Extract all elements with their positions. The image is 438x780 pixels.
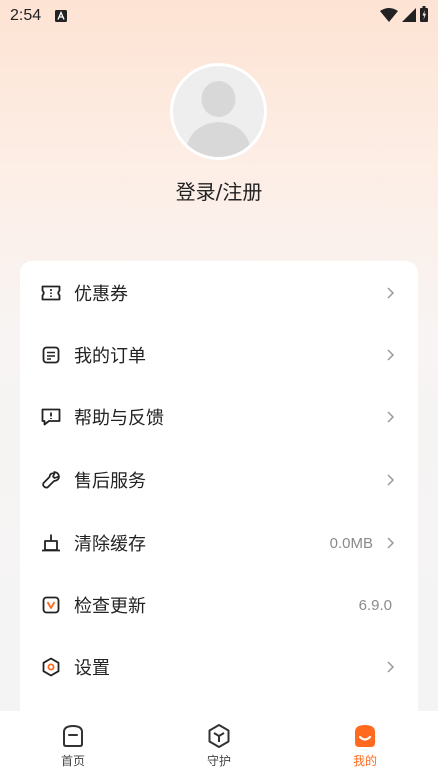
bottom-navigation: 首页 守护 我的 (0, 711, 438, 780)
update-icon (40, 594, 62, 616)
menu-item-label: 清除缓存 (74, 534, 146, 555)
chevron-right-icon (387, 287, 395, 299)
menu-card: 优惠券 我的订单 帮助与反馈 售后服务 清除缓存 0.0MB 检查更新 6.9.… (20, 261, 418, 731)
chevron-right-icon (387, 349, 395, 361)
battery-icon (420, 6, 428, 26)
settings-icon (40, 656, 62, 678)
menu-item-clear-cache[interactable]: 清除缓存 0.0MB (20, 512, 418, 574)
menu-item-orders[interactable]: 我的订单 (20, 324, 418, 386)
home-icon (63, 725, 83, 747)
tab-label: 守护 (206, 754, 231, 768)
menu-item-label: 售后服务 (74, 471, 146, 492)
menu-item-label: 设置 (74, 658, 110, 679)
chevron-right-icon (387, 537, 395, 549)
profile-icon (355, 725, 375, 747)
tab-guard[interactable]: 守护 (146, 711, 292, 780)
menu-item-check-update[interactable]: 检查更新 6.9.0 (20, 574, 418, 636)
tab-home[interactable]: 首页 (0, 711, 146, 780)
cache-size-value: 0.0MB (329, 534, 373, 552)
menu-item-label: 检查更新 (74, 596, 146, 617)
notification-icon (55, 7, 68, 26)
menu-item-settings[interactable]: 设置 (20, 636, 418, 698)
menu-item-label: 我的订单 (74, 346, 146, 367)
order-icon (40, 344, 62, 366)
tab-label: 我的 (352, 754, 377, 768)
menu-item-label: 帮助与反馈 (74, 408, 164, 429)
menu-item-coupon[interactable]: 优惠券 (20, 262, 418, 324)
guard-icon (208, 724, 230, 748)
wifi-icon (380, 7, 398, 26)
chevron-right-icon (387, 661, 395, 673)
menu-item-help-feedback[interactable]: 帮助与反馈 (20, 386, 418, 448)
chevron-right-icon (387, 474, 395, 486)
default-avatar-icon (173, 66, 264, 157)
tab-profile[interactable]: 我的 (292, 711, 438, 780)
app-version-value: 6.9.0 (358, 596, 392, 614)
menu-item-after-sales[interactable]: 售后服务 (20, 449, 418, 511)
signal-icon (402, 7, 416, 26)
status-time: 2:54 (10, 7, 42, 24)
status-bar: 2:54 (0, 0, 438, 32)
tab-label: 首页 (60, 754, 85, 768)
login-register-link[interactable]: 登录/注册 (0, 176, 438, 205)
coupon-icon (40, 282, 62, 304)
menu-item-label: 优惠券 (74, 284, 128, 305)
after-sales-icon (40, 469, 62, 491)
chevron-right-icon (387, 411, 395, 423)
feedback-icon (40, 406, 62, 428)
avatar[interactable] (170, 63, 267, 160)
broom-icon (40, 532, 62, 554)
